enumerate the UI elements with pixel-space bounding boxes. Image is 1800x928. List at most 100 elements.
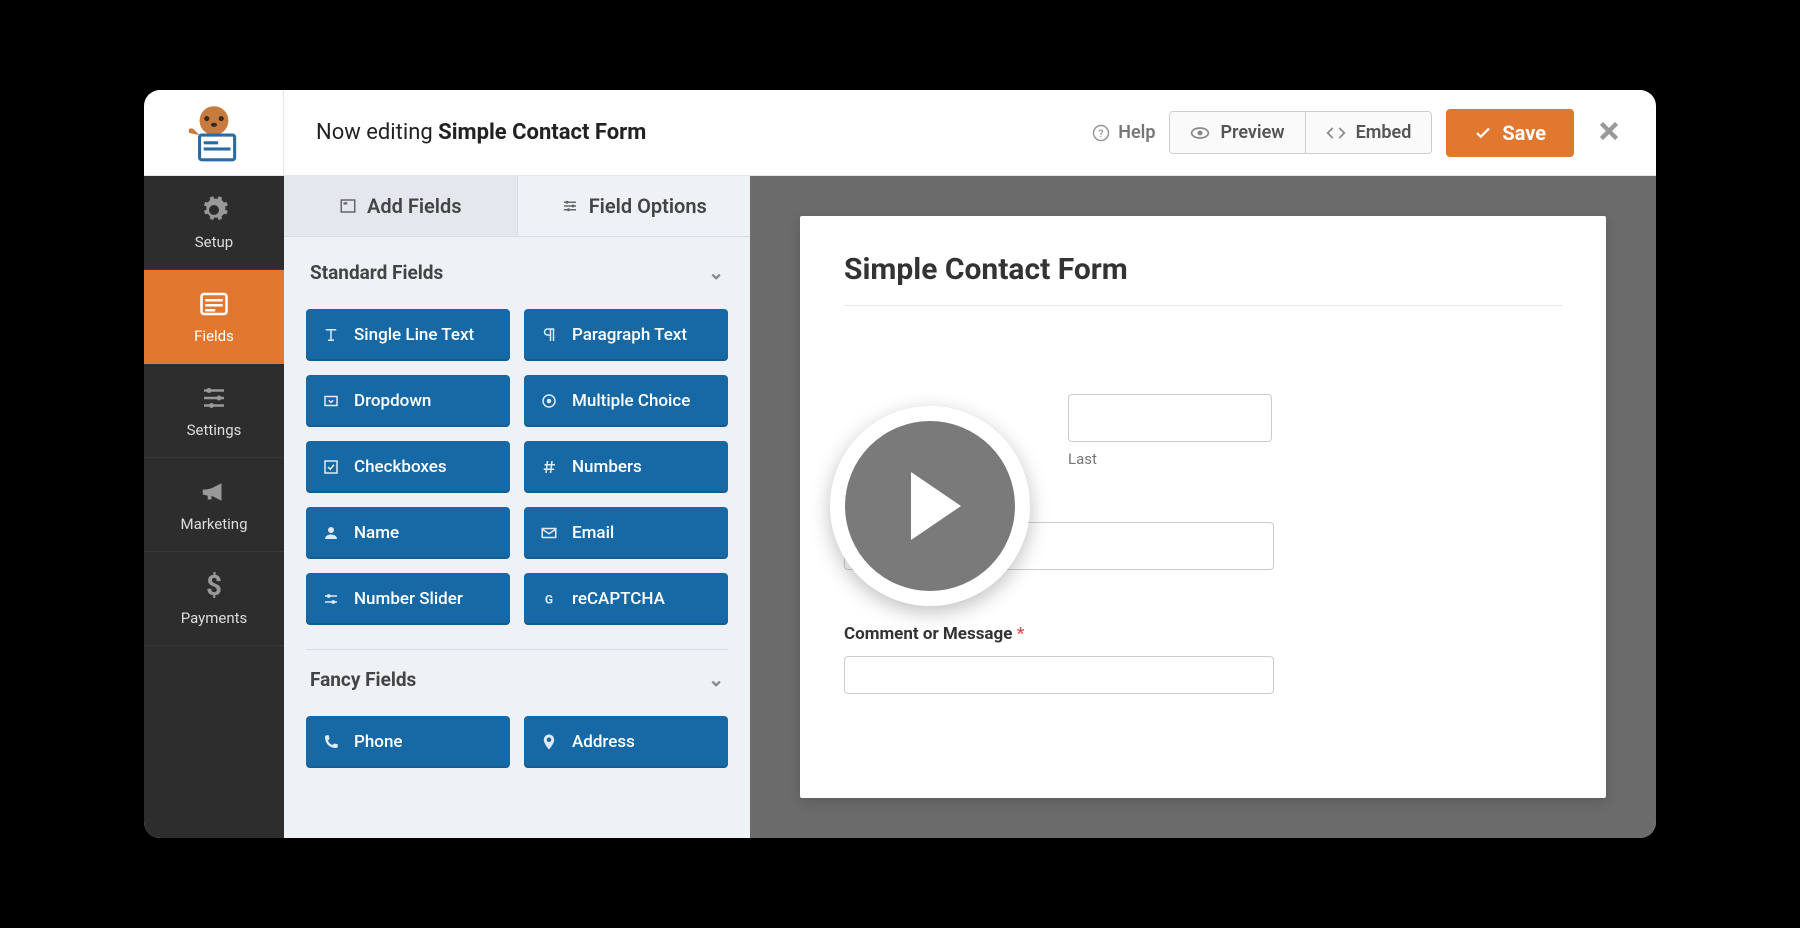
logo bbox=[144, 90, 284, 176]
sidebar-item-fields[interactable]: Fields bbox=[144, 270, 284, 364]
sidebar-item-setup[interactable]: Setup bbox=[144, 176, 284, 270]
field-label: Multiple Choice bbox=[572, 391, 690, 411]
section-fancy-fields: Fancy Fields ⌄ Phone Address bbox=[284, 643, 750, 786]
embed-button[interactable]: Embed bbox=[1305, 112, 1432, 153]
field-name[interactable]: Name bbox=[306, 507, 510, 559]
field-paragraph-text[interactable]: Paragraph Text bbox=[524, 309, 728, 361]
field-single-line-text[interactable]: Single Line Text bbox=[306, 309, 510, 361]
field-label: Single Line Text bbox=[354, 325, 474, 345]
save-button[interactable]: Save bbox=[1446, 109, 1574, 157]
svg-text:$: $ bbox=[206, 571, 222, 601]
google-g-icon: G bbox=[540, 590, 558, 608]
sidebar: Setup Fields Settings Marketing $ Paymen… bbox=[144, 176, 284, 838]
sidebar-label: Setup bbox=[195, 233, 233, 251]
field-label: reCAPTCHA bbox=[572, 589, 665, 609]
header-bar: Now editing Simple Contact Form ? Help P… bbox=[144, 90, 1656, 176]
pin-icon bbox=[540, 733, 558, 751]
field-label: Paragraph Text bbox=[572, 325, 687, 345]
radio-icon bbox=[540, 392, 558, 410]
chevron-down-icon: ⌄ bbox=[708, 668, 724, 691]
comment-label-text: Comment or Message bbox=[844, 624, 1012, 644]
field-address[interactable]: Address bbox=[524, 716, 728, 768]
sidebar-label: Settings bbox=[187, 421, 242, 439]
help-label: Help bbox=[1118, 122, 1155, 143]
sliders-icon bbox=[199, 383, 229, 413]
play-icon bbox=[911, 472, 961, 540]
svg-text:?: ? bbox=[1099, 126, 1104, 139]
editing-prefix: Now editing bbox=[316, 120, 433, 145]
sidebar-label: Fields bbox=[194, 327, 234, 345]
field-multiple-choice[interactable]: Multiple Choice bbox=[524, 375, 728, 427]
sidebar-item-payments[interactable]: $ Payments bbox=[144, 552, 284, 646]
name-last-sublabel: Last bbox=[1068, 450, 1272, 468]
preview-embed-group: Preview Embed bbox=[1169, 111, 1432, 154]
embed-label: Embed bbox=[1356, 122, 1412, 143]
check-icon bbox=[1474, 124, 1492, 142]
section-standard-fields: Standard Fields ⌄ Single Line Text Parag… bbox=[284, 237, 750, 643]
app-window: Now editing Simple Contact Form ? Help P… bbox=[144, 90, 1656, 838]
field-label: Name bbox=[354, 523, 399, 543]
paragraph-icon bbox=[540, 326, 558, 344]
preview-label: Preview bbox=[1220, 122, 1284, 143]
close-button[interactable] bbox=[1588, 114, 1630, 152]
fields-panel: Add Fields Field Options Standard Fields… bbox=[284, 176, 750, 838]
field-email[interactable]: Email bbox=[524, 507, 728, 559]
field-number-slider[interactable]: Number Slider bbox=[306, 573, 510, 625]
name-last-col: Last bbox=[1068, 394, 1272, 468]
tab-label: Field Options bbox=[589, 194, 707, 218]
hash-icon bbox=[540, 458, 558, 476]
field-label: Number Slider bbox=[354, 589, 463, 609]
phone-icon bbox=[322, 733, 340, 751]
field-label: Numbers bbox=[572, 457, 642, 477]
field-label: Address bbox=[572, 732, 635, 752]
field-phone[interactable]: Phone bbox=[306, 716, 510, 768]
sliders-icon bbox=[561, 197, 579, 215]
field-label: Email bbox=[572, 523, 614, 543]
form-preview: Simple Contact Form Last Comment or Mess… bbox=[750, 176, 1656, 838]
field-label: Checkboxes bbox=[354, 457, 447, 477]
sidebar-label: Payments bbox=[181, 609, 248, 627]
form-title: Simple Contact Form bbox=[844, 252, 1562, 306]
play-inner bbox=[845, 421, 1015, 591]
user-icon bbox=[322, 524, 340, 542]
form-name: Simple Contact Form bbox=[438, 120, 646, 145]
field-dropdown[interactable]: Dropdown bbox=[306, 375, 510, 427]
sidebar-item-marketing[interactable]: Marketing bbox=[144, 458, 284, 552]
section-toggle-standard[interactable]: Standard Fields ⌄ bbox=[306, 243, 728, 297]
header-actions: ? Help Preview Embed Save bbox=[1092, 109, 1630, 157]
close-icon bbox=[1596, 118, 1622, 144]
section-toggle-fancy[interactable]: Fancy Fields ⌄ bbox=[306, 649, 728, 704]
gear-icon bbox=[199, 195, 229, 225]
eye-icon bbox=[1190, 123, 1210, 143]
sidebar-label: Marketing bbox=[180, 515, 247, 533]
layout-icon bbox=[339, 197, 357, 215]
fancy-field-grid: Phone Address bbox=[306, 704, 728, 786]
save-label: Save bbox=[1502, 121, 1546, 145]
tab-field-options[interactable]: Field Options bbox=[518, 176, 751, 236]
svg-text:G: G bbox=[545, 593, 553, 607]
mail-icon bbox=[540, 524, 558, 542]
standard-field-grid: Single Line Text Paragraph Text Dropdown… bbox=[306, 297, 728, 643]
panel-tabs: Add Fields Field Options bbox=[284, 176, 750, 237]
required-asterisk: * bbox=[1017, 624, 1025, 644]
tab-label: Add Fields bbox=[367, 194, 462, 218]
field-label: Phone bbox=[354, 732, 403, 752]
field-recaptcha[interactable]: G reCAPTCHA bbox=[524, 573, 728, 625]
field-numbers[interactable]: Numbers bbox=[524, 441, 728, 493]
slider-icon bbox=[322, 590, 340, 608]
help-link[interactable]: ? Help bbox=[1092, 122, 1155, 143]
sidebar-item-settings[interactable]: Settings bbox=[144, 364, 284, 458]
comment-textarea[interactable] bbox=[844, 656, 1274, 694]
preview-button[interactable]: Preview bbox=[1170, 112, 1304, 153]
name-last-input[interactable] bbox=[1068, 394, 1272, 442]
section-title: Standard Fields bbox=[310, 261, 443, 284]
section-title: Fancy Fields bbox=[310, 668, 416, 691]
dropdown-icon bbox=[322, 392, 340, 410]
field-checkboxes[interactable]: Checkboxes bbox=[306, 441, 510, 493]
bullhorn-icon bbox=[199, 477, 229, 507]
text-icon bbox=[322, 326, 340, 344]
help-icon: ? bbox=[1092, 124, 1110, 142]
tab-add-fields[interactable]: Add Fields bbox=[284, 176, 518, 236]
editing-label: Now editing Simple Contact Form bbox=[300, 120, 1076, 145]
play-button[interactable] bbox=[830, 406, 1030, 606]
